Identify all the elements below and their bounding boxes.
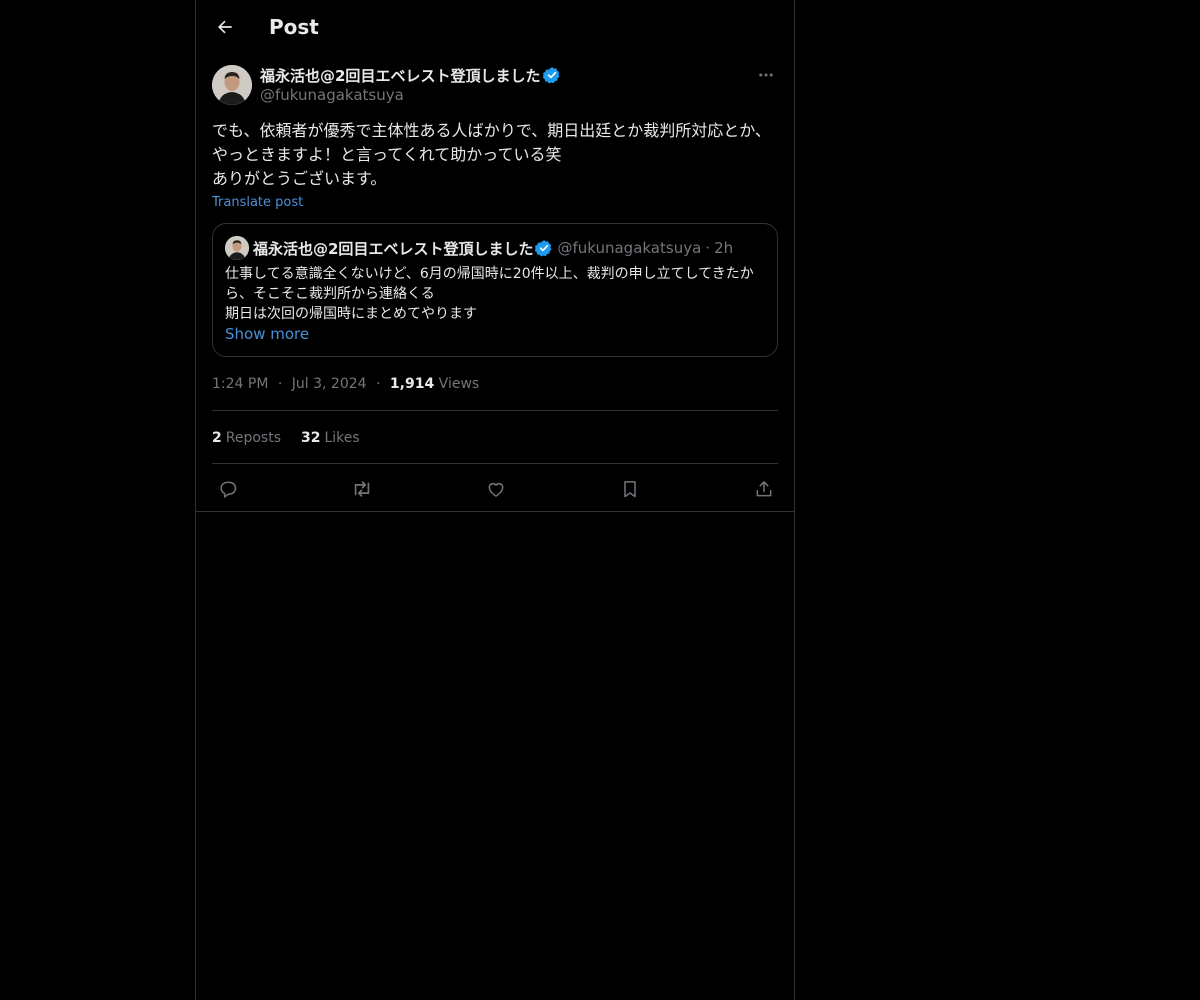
views-count: 1,914 — [389, 376, 435, 392]
likes-count: 32 — [301, 430, 321, 446]
back-button[interactable] — [208, 10, 242, 44]
post-meta: 1:24 PM · Jul 3, 2024 · 1,914 Views — [212, 374, 479, 394]
main-column: Post 福永活也@2回目エベレスト登頂しました @fukunagakatsuy… — [195, 0, 795, 1000]
divider — [212, 463, 778, 464]
like-icon — [486, 479, 506, 499]
quoted-post-time: 2h — [714, 239, 734, 257]
quoted-avatar — [225, 236, 249, 260]
quoted-post[interactable]: 福永活也@2回目エベレスト登頂しました @fukunagakatsuya · 2… — [212, 223, 778, 357]
verified-badge-icon — [535, 239, 553, 257]
author-handle[interactable]: @fukunagakatsuya — [260, 86, 404, 104]
avatar[interactable] — [212, 65, 252, 105]
divider — [196, 511, 794, 512]
divider — [212, 410, 778, 411]
verified-badge-icon — [543, 66, 561, 84]
quoted-post-text: 仕事してる意識全くないけど、6月の帰国時に20件以上、裁判の申し立てしてきたから… — [225, 266, 754, 322]
quoted-author-name: 福永活也@2回目エベレスト登頂しました — [253, 239, 534, 258]
post-author: 福永活也@2回目エベレスト登頂しました @fukunagakatsuya — [212, 64, 778, 108]
reposts-label: Reposts — [225, 430, 281, 446]
repost-button[interactable] — [348, 475, 376, 503]
bookmark-button[interactable] — [616, 475, 644, 503]
more-dots-icon — [757, 66, 775, 84]
post-text: でも、依頼者が優秀で主体性ある人ばかりで、期日出廷とか裁判所対応とか、やっときま… — [212, 121, 771, 188]
share-button[interactable] — [750, 475, 778, 503]
post-time[interactable]: 1:24 PM — [212, 376, 268, 392]
quoted-post-header: 福永活也@2回目エベレスト登頂しました @fukunagakatsuya · 2… — [225, 236, 733, 260]
separator-dot: · — [376, 376, 381, 392]
repost-icon — [351, 478, 373, 500]
views-label: Views — [438, 376, 480, 392]
arrow-left-icon — [215, 17, 235, 37]
like-button[interactable] — [482, 475, 510, 503]
post-header: Post — [196, 0, 794, 54]
bookmark-icon — [620, 479, 640, 499]
reply-icon — [218, 479, 238, 499]
page-title: Post — [269, 15, 319, 39]
show-more-link[interactable]: Show more — [225, 324, 309, 344]
likes-stat[interactable]: 32 Likes — [301, 428, 360, 448]
post-date[interactable]: Jul 3, 2024 — [292, 376, 367, 392]
reply-button[interactable] — [214, 475, 242, 503]
reposts-stat[interactable]: 2 Reposts — [212, 428, 281, 448]
reposts-count: 2 — [212, 430, 222, 446]
author-name-row: 福永活也@2回目エベレスト登頂しました — [260, 64, 561, 86]
separator-dot: · — [705, 239, 711, 257]
action-bar — [212, 472, 778, 504]
author-name[interactable]: 福永活也@2回目エベレスト登頂しました — [260, 65, 540, 86]
separator-dot: · — [277, 376, 283, 392]
post-stats: 2 Reposts 32 Likes — [212, 428, 380, 448]
share-icon — [754, 479, 774, 499]
more-options-button[interactable] — [754, 64, 778, 86]
translate-post-link[interactable]: Translate post — [212, 194, 303, 212]
quoted-author-handle: @fukunagakatsuya — [557, 239, 702, 257]
likes-label: Likes — [324, 430, 360, 446]
